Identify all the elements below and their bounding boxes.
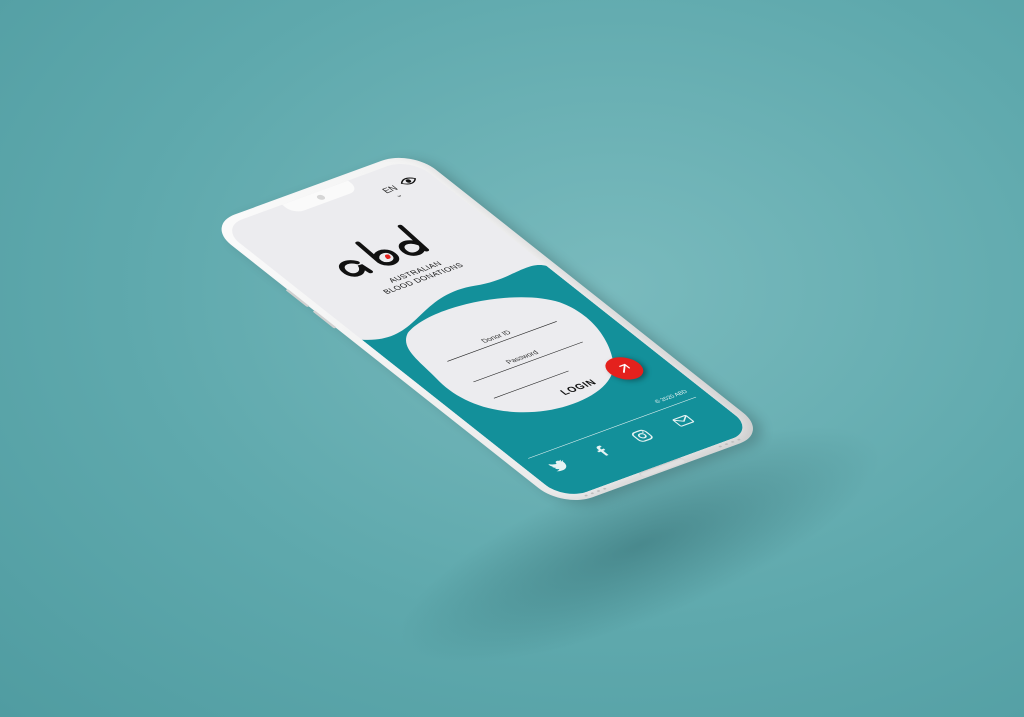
speaker-grill: [602, 487, 607, 490]
speaker-grill: [724, 443, 729, 446]
speaker-grill: [584, 494, 589, 497]
speaker-grill: [590, 492, 595, 495]
speaker-grill: [718, 445, 723, 448]
speaker-grill: [730, 440, 735, 443]
speaker-grill: [736, 438, 741, 441]
app-screen: EN ⌄ AUSTRALIAN BLOOD DONATIONS Donor ID…: [219, 157, 755, 501]
chevron-down-icon[interactable]: ⌄: [392, 191, 405, 199]
phone-mockup: EN ⌄ AUSTRALIAN BLOOD DONATIONS Donor ID…: [206, 149, 769, 508]
arrow-icon: [618, 363, 631, 373]
eye-icon[interactable]: [397, 175, 421, 187]
speaker-grill: [596, 489, 601, 493]
